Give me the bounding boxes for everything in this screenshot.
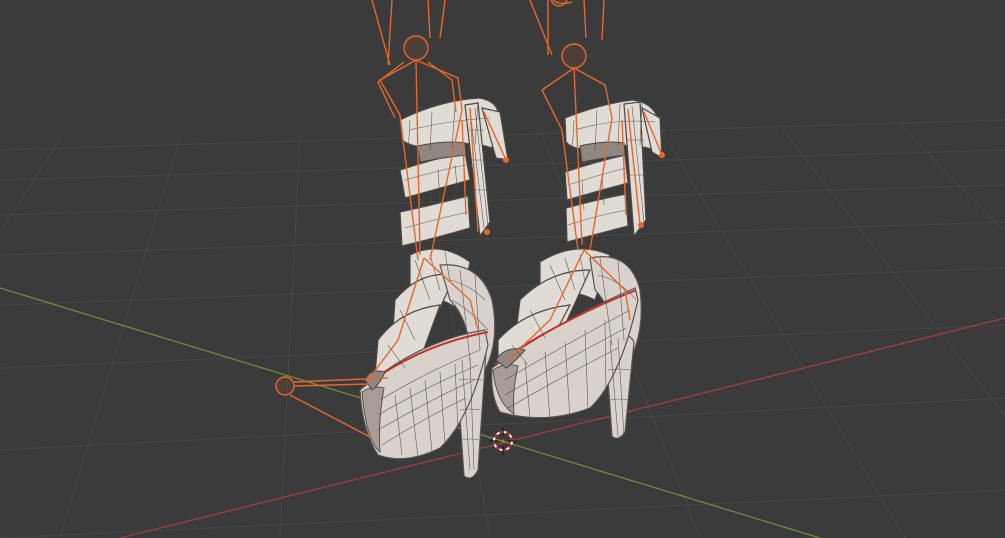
viewport-scene[interactable] (0, 0, 1005, 538)
3d-cursor-icon[interactable] (489, 427, 517, 455)
bone-tip[interactable] (638, 222, 644, 228)
right-shoe-mesh[interactable] (491, 99, 663, 439)
left-shoe-mesh[interactable] (359, 97, 509, 479)
bone-tip[interactable] (503, 157, 509, 163)
bone-tip[interactable] (484, 229, 490, 235)
3d-viewport[interactable] (0, 0, 1005, 538)
floor-grid (0, 119, 1005, 538)
bone-tip[interactable] (659, 152, 665, 158)
